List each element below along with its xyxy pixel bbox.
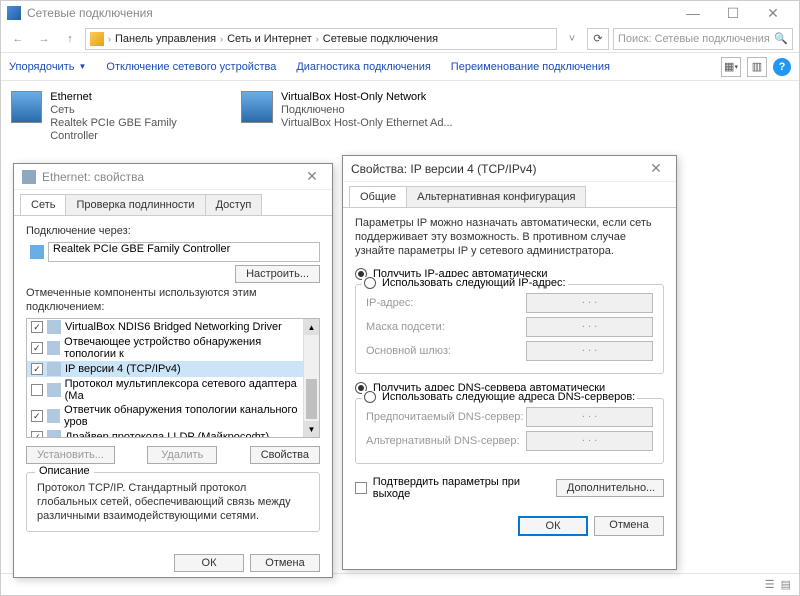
view-details-icon[interactable]: ▤ <box>781 578 791 591</box>
adapter-icon <box>30 245 44 259</box>
tab-alternate[interactable]: Альтернативная конфигурация <box>406 186 586 207</box>
refresh-button[interactable]: ⟳ <box>587 28 609 50</box>
intro-text: Параметры IP можно назначать автоматичес… <box>355 216 664 258</box>
content-area: Ethernet Сеть Realtek PCIe GBE Family Co… <box>1 81 799 153</box>
dialog-titlebar: Ethernet: свойства ✕ <box>14 164 332 190</box>
ip-input: . . . <box>526 293 653 313</box>
history-dropdown[interactable]: ˅ <box>561 28 583 50</box>
diagnose-button[interactable]: Диагностика подключения <box>296 61 430 73</box>
minimize-button[interactable]: — <box>673 1 713 25</box>
description-group: Описание Протокол TCP/IP. Стандартный пр… <box>26 472 320 532</box>
close-button[interactable]: ✕ <box>644 160 668 177</box>
dialog-titlebar: Свойства: IP версии 4 (TCP/IPv4) ✕ <box>343 156 676 182</box>
components-list[interactable]: ✓VirtualBox NDIS6 Bridged Networking Dri… <box>26 318 320 438</box>
command-bar: Упорядочить ▼ Отключение сетевого устрой… <box>1 53 799 81</box>
address-bar: ← → ↑ › Панель управления › Сеть и Интер… <box>1 25 799 53</box>
advanced-button[interactable]: Дополнительно... <box>556 479 664 497</box>
dns-manual-radio[interactable]: Использовать следующие адреса DNS-сервер… <box>362 391 637 403</box>
tab-network[interactable]: Сеть <box>20 194 66 215</box>
ethernet-properties-dialog: Ethernet: свойства ✕ Сеть Проверка подли… <box>13 163 333 578</box>
ipv4-properties-dialog: Свойства: IP версии 4 (TCP/IPv4) ✕ Общие… <box>342 155 677 570</box>
cancel-button[interactable]: Отмена <box>250 554 320 572</box>
properties-button[interactable]: Свойства <box>250 446 320 464</box>
install-button[interactable]: Установить... <box>26 446 115 464</box>
configure-button[interactable]: Настроить... <box>235 265 320 283</box>
tabs: Сеть Проверка подлинности Доступ <box>14 190 332 216</box>
folder-icon <box>90 32 104 46</box>
ipv4-item: ✓IP версии 4 (TCP/IPv4) <box>27 361 319 377</box>
validate-checkbox[interactable] <box>355 482 367 494</box>
connection-ethernet[interactable]: Ethernet Сеть Realtek PCIe GBE Family Co… <box>7 87 227 147</box>
back-button[interactable]: ← <box>7 28 29 50</box>
window-title: Сетевые подключения <box>27 6 673 20</box>
close-button[interactable]: ✕ <box>300 168 324 185</box>
network-icon <box>7 6 21 20</box>
dns2-input: . . . <box>526 431 653 451</box>
forward-button[interactable]: → <box>33 28 55 50</box>
preview-pane-button[interactable]: ▥ <box>747 57 767 77</box>
view-list-icon[interactable]: ☰ <box>765 578 775 591</box>
tab-auth[interactable]: Проверка подлинности <box>65 194 205 215</box>
adapter-name: Realtek PCIe GBE Family Controller <box>48 242 320 262</box>
adapter-icon <box>11 91 42 123</box>
cancel-button[interactable]: Отмена <box>594 516 664 536</box>
scroll-thumb[interactable] <box>306 379 317 419</box>
organize-menu[interactable]: Упорядочить ▼ <box>9 61 86 73</box>
connect-through-label: Подключение через: <box>26 224 320 238</box>
scrollbar[interactable]: ▲ ▼ <box>303 319 319 437</box>
tab-access[interactable]: Доступ <box>205 194 263 215</box>
rename-button[interactable]: Переименование подключения <box>451 61 610 73</box>
disable-device-button[interactable]: Отключение сетевого устройства <box>106 61 276 73</box>
scroll-down[interactable]: ▼ <box>304 421 319 437</box>
titlebar: Сетевые подключения — ☐ ✕ <box>1 1 799 25</box>
search-input[interactable]: Поиск: Сетевые подключения 🔍 <box>613 28 793 50</box>
breadcrumb[interactable]: › Панель управления › Сеть и Интернет › … <box>85 28 557 50</box>
view-options-button[interactable]: ▦▾ <box>721 57 741 77</box>
adapter-icon <box>241 91 273 123</box>
help-button[interactable]: ? <box>773 58 791 76</box>
connection-virtualbox[interactable]: VirtualBox Host-Only Network Подключено … <box>237 87 487 147</box>
uninstall-button[interactable]: Удалить <box>147 446 217 464</box>
mask-input: . . . <box>526 317 653 337</box>
up-button[interactable]: ↑ <box>59 28 81 50</box>
ip-manual-group: Использовать следующий IP-адрес: IP-адре… <box>355 284 664 374</box>
ethernet-icon <box>22 170 36 184</box>
close-button[interactable]: ✕ <box>753 1 793 25</box>
ok-button[interactable]: ОК <box>174 554 244 572</box>
maximize-button[interactable]: ☐ <box>713 1 753 25</box>
tab-general[interactable]: Общие <box>349 186 407 207</box>
components-label: Отмеченные компоненты используются этим … <box>26 286 320 314</box>
ip-manual-radio[interactable]: Использовать следующий IP-адрес: <box>362 277 568 289</box>
tabs: Общие Альтернативная конфигурация <box>343 182 676 208</box>
scroll-up[interactable]: ▲ <box>304 319 319 335</box>
ok-button[interactable]: ОК <box>518 516 588 536</box>
gateway-input: . . . <box>526 341 653 361</box>
dns1-input: . . . <box>526 407 653 427</box>
search-icon: 🔍 <box>774 32 788 45</box>
dns-manual-group: Использовать следующие адреса DNS-сервер… <box>355 398 664 464</box>
